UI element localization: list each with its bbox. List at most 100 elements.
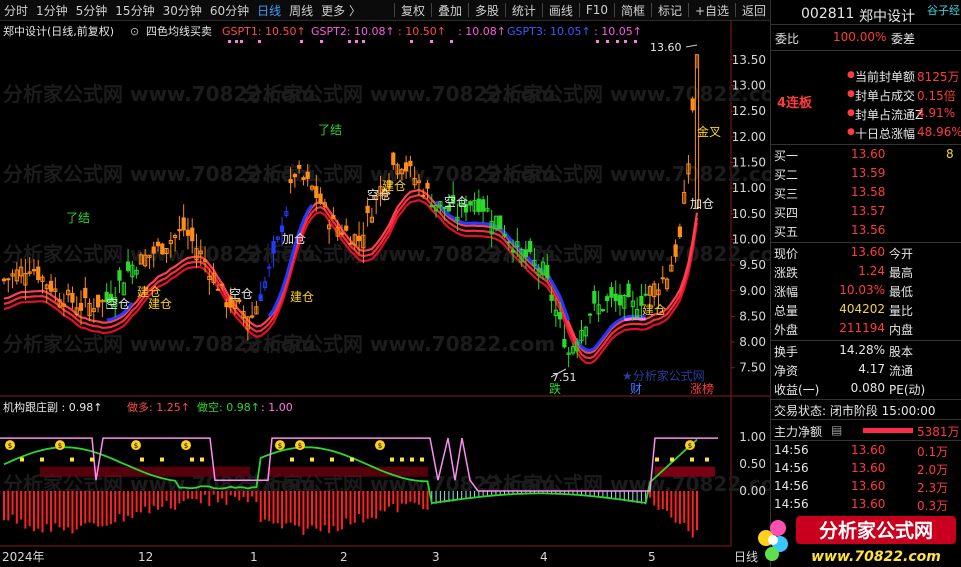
candle-body bbox=[498, 215, 503, 230]
signal-label: 财 bbox=[630, 382, 642, 396]
indicator-tick-label: 1.00 bbox=[739, 430, 766, 444]
tool-button-9[interactable]: 返回 bbox=[738, 2, 770, 19]
candle-body bbox=[502, 233, 507, 237]
main-net-value: 5381万 bbox=[917, 425, 960, 439]
seal-label-2: 封单占流通Z bbox=[855, 108, 924, 122]
logo-text: 分析家公式网 bbox=[819, 519, 933, 542]
fund-label-0: 换手 bbox=[774, 345, 799, 359]
price-tick-label: 10.00 bbox=[732, 232, 766, 246]
main-legend-gspt2: GSPT2: 10.08↑ bbox=[311, 25, 395, 38]
candle-body bbox=[613, 293, 618, 302]
period-tab-1[interactable]: 1分钟 bbox=[32, 2, 72, 19]
candle-body bbox=[1, 278, 7, 282]
signal-square bbox=[390, 457, 394, 462]
tick-list[interactable]: 14:56 13.60 0.1万 14:56 13.60 2.0万 14:56 13.60 2.… bbox=[771, 441, 961, 513]
candle-body bbox=[185, 229, 191, 236]
candle-body bbox=[288, 179, 293, 184]
fund-value-0: 14.28% bbox=[839, 343, 885, 357]
candle-body bbox=[609, 287, 614, 298]
candle-body bbox=[83, 287, 88, 299]
signal-dot bbox=[235, 40, 238, 43]
candle-body bbox=[523, 249, 528, 257]
tool-button-4[interactable]: 画线 bbox=[545, 2, 577, 19]
seal-label-1: 封单占成交 bbox=[855, 89, 916, 103]
stock-tag[interactable]: 谷子经 bbox=[927, 2, 960, 18]
candle-body bbox=[660, 277, 665, 280]
signal-dot bbox=[450, 40, 453, 43]
seal-value-3: 48.96% bbox=[917, 125, 961, 139]
tool-button-6[interactable]: 简框 bbox=[617, 2, 649, 19]
candle-body bbox=[48, 280, 54, 292]
signal-square bbox=[655, 457, 659, 462]
settings-icon[interactable]: ⊙ bbox=[130, 25, 139, 38]
candle-body bbox=[617, 294, 623, 306]
candle-body bbox=[421, 194, 426, 197]
svg-text:$: $ bbox=[378, 442, 382, 450]
svg-text:$: $ bbox=[278, 442, 282, 450]
candle-body bbox=[690, 98, 695, 111]
candle-body bbox=[258, 294, 263, 302]
period-toolbar: 分时 1分钟 5分钟 15分钟 30分钟 60分钟 日线 周线 更多 〉 复权 叠加 多股 统计 画线 F1… bbox=[0, 0, 770, 21]
signal-label: 空仓 bbox=[444, 195, 468, 209]
signal-square bbox=[690, 457, 694, 462]
candle-body bbox=[562, 338, 567, 348]
signal-dot bbox=[596, 40, 599, 43]
toolbar-divider bbox=[578, 3, 580, 17]
quote-panel: 002811 郑中设计 谷子经 委比 100.00% 委差 ● 当前封单额 8125… bbox=[770, 0, 961, 567]
stat-value-2: 10.03% bbox=[839, 283, 885, 297]
signal-band bbox=[268, 466, 428, 477]
candle-body bbox=[331, 214, 336, 219]
candle-body bbox=[220, 283, 225, 286]
tool-button-7[interactable]: 标记 bbox=[654, 2, 686, 19]
money-bag-icon: $ bbox=[5, 440, 15, 451]
tool-button-8[interactable]: +自选 bbox=[691, 2, 733, 19]
period-tab-4[interactable]: 30分钟 bbox=[159, 2, 206, 19]
signal-dot bbox=[362, 40, 365, 43]
candle-body bbox=[301, 177, 306, 180]
period-tab-3[interactable]: 15分钟 bbox=[111, 2, 158, 19]
seal-value-2: 4.91% bbox=[917, 106, 956, 120]
bid-label-4: 买五 bbox=[774, 225, 799, 239]
signal-square bbox=[160, 457, 164, 462]
candle-body bbox=[339, 232, 345, 235]
main-net-menu-icon[interactable]: ▤ bbox=[831, 423, 842, 437]
tick-time-0: 14:56 bbox=[774, 443, 809, 457]
tool-button-0[interactable]: 复权 bbox=[397, 2, 429, 19]
fund-label2-1: 流通 bbox=[889, 364, 914, 378]
ma-line-pink bbox=[624, 317, 646, 322]
period-tab-6[interactable]: 日线 bbox=[253, 2, 285, 19]
stat-label2-1: 最高 bbox=[889, 266, 914, 280]
max-price-label: 13.60 bbox=[650, 41, 682, 54]
stat-value-0: 13.60 bbox=[850, 245, 885, 259]
period-tab-0[interactable]: 分时 bbox=[0, 2, 32, 19]
trade-status: 交易状态: 闭市阶段 15:00:00 bbox=[774, 404, 936, 418]
price-tick-label: 8.00 bbox=[739, 335, 766, 349]
candle-body bbox=[348, 242, 353, 245]
seal-label-3: 十日总涨幅 bbox=[855, 127, 916, 141]
price-tick-label: 12.50 bbox=[732, 104, 766, 118]
period-tab-2[interactable]: 5分钟 bbox=[72, 2, 112, 19]
svg-text:$: $ bbox=[298, 442, 302, 450]
period-tab-5[interactable]: 60分钟 bbox=[206, 2, 253, 19]
weibi-value: 100.00% bbox=[833, 30, 887, 44]
signal-square bbox=[40, 457, 44, 462]
tool-button-5[interactable]: F10 bbox=[582, 3, 612, 17]
chart-area[interactable]: 郑中设计(日线,前复权) ⊙ 四色均线买卖 GSPT1: 10.50↑ GSPT2: 1… bbox=[0, 21, 770, 567]
period-tab-8[interactable]: 更多 〉 bbox=[317, 2, 365, 19]
signal-square bbox=[350, 457, 354, 462]
signal-dot bbox=[355, 40, 358, 43]
signal-square bbox=[140, 457, 144, 462]
tool-button-1[interactable]: 叠加 bbox=[434, 2, 466, 19]
indicator-legend-2: 做空: 0.98↑ bbox=[197, 400, 260, 414]
period-tab-7[interactable]: 周线 bbox=[285, 2, 317, 19]
candle-body bbox=[250, 315, 255, 318]
bid-label-3: 买四 bbox=[774, 206, 799, 220]
money-bag-icon: $ bbox=[55, 440, 65, 451]
candle-body bbox=[643, 293, 648, 296]
tick-price-2: 13.60 bbox=[851, 479, 886, 493]
tool-button-2[interactable]: 多股 bbox=[471, 2, 503, 19]
seal-label-0: 当前封单额 bbox=[855, 70, 916, 84]
tick-time-2: 14:56 bbox=[774, 479, 809, 493]
signal-dot bbox=[634, 40, 637, 43]
tool-button-3[interactable]: 统计 bbox=[508, 2, 540, 19]
